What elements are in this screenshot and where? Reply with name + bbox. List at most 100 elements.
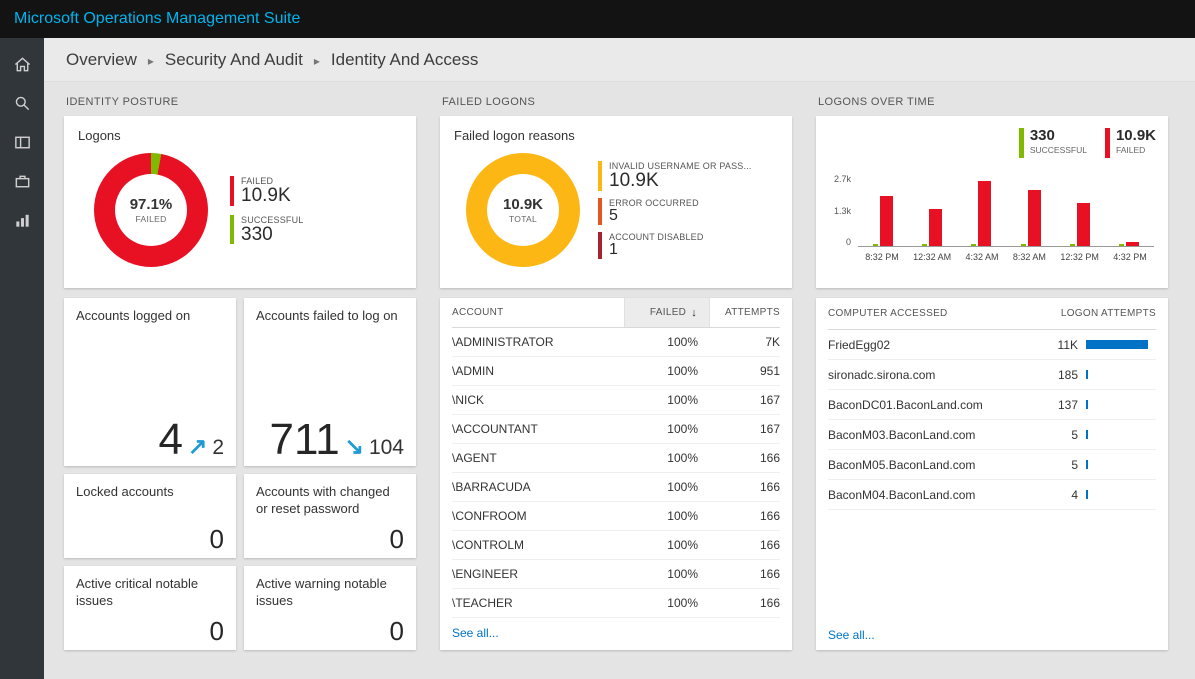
tile-value: 711: [270, 418, 340, 462]
tile-active-critical-issues[interactable]: Active critical notable issues 0: [64, 566, 236, 650]
chart-bar-group: [1021, 190, 1041, 246]
failed-logon-reasons-card[interactable]: Failed logon reasons 10.9K TOTAL: [440, 116, 792, 288]
legend-item-successful: SUCCESSFUL 330: [230, 215, 304, 245]
trend-value: 2: [212, 436, 224, 460]
legend-label: SUCCESSFUL: [241, 215, 304, 225]
legend-value: 10.9K: [609, 171, 752, 191]
chart-legend-successful: 330 SUCCESSFUL: [1019, 128, 1087, 158]
logons-chart-plot: [858, 174, 1154, 247]
y-tick-label: 0: [846, 237, 851, 247]
breadcrumb-identity-and-access[interactable]: Identity And Access: [331, 50, 478, 70]
table-row[interactable]: \TEACHER100%166: [452, 589, 780, 618]
chart-bar: [929, 209, 942, 246]
failed-logons-column: FAILED LOGONS Failed logon reasons 10.9K…: [440, 96, 792, 679]
chart-bar: [922, 244, 927, 246]
logons-card[interactable]: Logons 97.1% FAILED F: [64, 116, 416, 288]
tile-active-warning-issues[interactable]: Active warning notable issues 0: [244, 566, 416, 650]
home-icon[interactable]: [10, 52, 34, 76]
legend-item-error-occurred: ERROR OCCURRED 5: [598, 198, 752, 225]
legend-value: 10.9K: [241, 186, 291, 206]
tile-locked-accounts[interactable]: Locked accounts 0: [64, 474, 236, 558]
legend-item-invalid-username: INVALID USERNAME OR PASS... 10.9K: [598, 161, 752, 191]
reasons-donut-label: TOTAL: [509, 214, 537, 224]
breadcrumb-overview[interactable]: Overview: [66, 50, 137, 70]
x-tick-label: 4:32 PM: [1113, 252, 1147, 262]
legend-item-failed: FAILED 10.9K: [230, 176, 304, 206]
table-row[interactable]: BaconM03.BaconLand.com5: [828, 420, 1156, 450]
tile-accounts-logged-on[interactable]: Accounts logged on 4 ↗ 2: [64, 298, 236, 466]
usage-icon[interactable]: [10, 208, 34, 232]
logons-over-time-chart-card[interactable]: 330 SUCCESSFUL 10.9K FAILED: [816, 116, 1168, 288]
tile-title: Accounts failed to log on: [256, 308, 404, 325]
chart-bar: [971, 244, 976, 246]
section-title-logons-over-time: LOGONS OVER TIME: [818, 96, 1168, 108]
table-row[interactable]: \ACCOUNTANT100%167: [452, 415, 780, 444]
sidebar: [0, 38, 44, 679]
reasons-card-title: Failed logon reasons: [454, 128, 778, 143]
table-row[interactable]: \ENGINEER100%166: [452, 560, 780, 589]
legend-color-bar: [598, 161, 602, 191]
attempts-bar: [1086, 340, 1148, 349]
see-all-link[interactable]: See all...: [828, 620, 1156, 650]
chart-bar: [1077, 203, 1090, 246]
logons-chart-xlabels: 8:32 PM12:32 AM4:32 AM8:32 AM12:32 PM4:3…: [858, 252, 1154, 262]
chart-bar-group: [1070, 203, 1090, 246]
table-row[interactable]: \CONFROOM100%166: [452, 502, 780, 531]
legend-color-bar: [598, 232, 602, 259]
topbar: Microsoft Operations Management Suite: [0, 0, 1195, 38]
x-tick-label: 12:32 PM: [1060, 252, 1099, 262]
table-row[interactable]: \AGENT100%166: [452, 444, 780, 473]
solutions-icon[interactable]: [10, 169, 34, 193]
section-title-identity-posture: IDENTITY POSTURE: [66, 96, 416, 108]
table-row[interactable]: BaconM04.BaconLand.com4: [828, 480, 1156, 510]
legend-label: ACCOUNT DISABLED: [609, 232, 704, 242]
logons-donut-center: 97.1% FAILED: [115, 174, 187, 246]
attempts-bar: [1086, 400, 1088, 409]
legend-value: 10.9K: [1116, 128, 1156, 145]
column-header-failed[interactable]: FAILED ↓: [624, 298, 710, 327]
table-header: COMPUTER ACCESSED LOGON ATTEMPTS: [828, 298, 1156, 330]
breadcrumb-security-and-audit[interactable]: Security And Audit: [165, 50, 303, 70]
attempts-bar: [1086, 430, 1088, 439]
table-row[interactable]: \NICK100%167: [452, 386, 780, 415]
trend-value: 104: [369, 436, 404, 460]
table-row[interactable]: \CONTROLM100%166: [452, 531, 780, 560]
legend-label: FAILED: [1116, 145, 1156, 155]
table-row[interactable]: \BARRACUDA100%166: [452, 473, 780, 502]
column-header-account[interactable]: ACCOUNT: [452, 298, 624, 327]
tile-value: 0: [390, 618, 404, 644]
legend-label: ERROR OCCURRED: [609, 198, 699, 208]
column-header-logon-attempts[interactable]: LOGON ATTEMPTS: [1036, 308, 1156, 319]
dashboard-icon[interactable]: [10, 130, 34, 154]
trend-down-icon: ↘: [345, 433, 364, 460]
logons-over-time-column: LOGONS OVER TIME 330 SUCCESSFUL: [816, 96, 1168, 679]
table-row[interactable]: BaconDC01.BaconLand.com137: [828, 390, 1156, 420]
see-all-link[interactable]: See all...: [452, 618, 780, 648]
x-tick-label: 12:32 AM: [913, 252, 951, 262]
legend-color-bar: [230, 176, 234, 206]
legend-color-bar: [598, 198, 602, 225]
table-row[interactable]: \ADMINISTRATOR100%7K: [452, 328, 780, 357]
tile-accounts-failed-to-log-on[interactable]: Accounts failed to log on 711 ↘ 104: [244, 298, 416, 466]
table-row[interactable]: BaconM05.BaconLand.com5: [828, 450, 1156, 480]
log-search-icon[interactable]: [10, 91, 34, 115]
tile-title: Active warning notable issues: [256, 576, 404, 610]
logons-card-title: Logons: [78, 128, 402, 143]
logons-donut-value: 97.1%: [130, 196, 173, 213]
y-axis: 2.7k 1.3k 0: [828, 174, 858, 247]
chart-bar: [1126, 242, 1139, 246]
reasons-legend: INVALID USERNAME OR PASS... 10.9K ERROR …: [598, 161, 752, 259]
app-title: Microsoft Operations Management Suite: [14, 10, 300, 28]
tile-accounts-changed-password[interactable]: Accounts with changed or reset password …: [244, 474, 416, 558]
column-header-computer[interactable]: COMPUTER ACCESSED: [828, 308, 1036, 319]
legend-value: 5: [609, 208, 699, 225]
column-header-attempts[interactable]: ATTEMPTS: [710, 298, 780, 327]
attempts-bar: [1086, 460, 1088, 469]
section-title-failed-logons: FAILED LOGONS: [442, 96, 792, 108]
table-row[interactable]: FriedEgg0211K: [828, 330, 1156, 360]
table-row[interactable]: sironadc.sirona.com185: [828, 360, 1156, 390]
chart-bar-group: [873, 196, 893, 246]
logons-donut: 97.1% FAILED: [94, 153, 208, 267]
table-row[interactable]: \ADMIN100%951: [452, 357, 780, 386]
legend-item-account-disabled: ACCOUNT DISABLED 1: [598, 232, 752, 259]
